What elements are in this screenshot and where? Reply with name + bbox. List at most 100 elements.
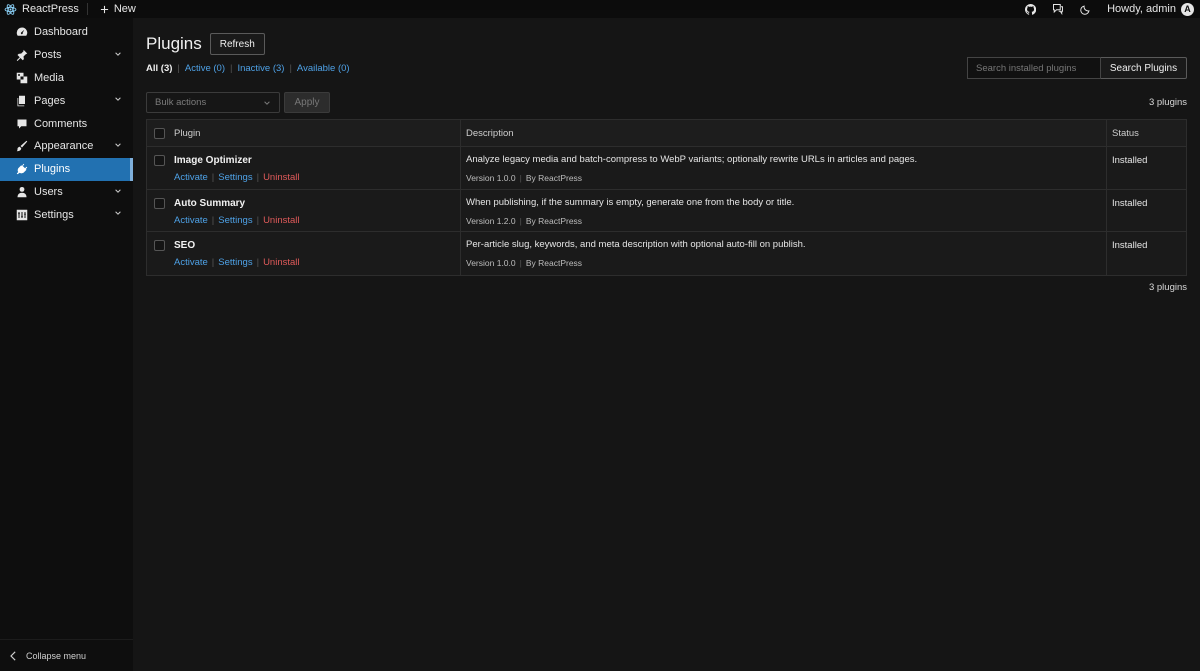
bulk-actions-select[interactable]: Bulk actions <box>146 92 280 113</box>
sidebar-item-media[interactable]: Media <box>0 67 133 90</box>
filter-all[interactable]: All (3) <box>146 63 172 74</box>
plugin-version: Version 1.0.0 <box>466 173 516 183</box>
plugin-status-filters: All (3) | Active (0) | Inactive (3) | Av… <box>146 63 350 74</box>
uninstall-link[interactable]: Uninstall <box>263 172 299 183</box>
activate-link[interactable]: Activate <box>174 257 208 268</box>
row-checkbox[interactable] <box>153 155 165 166</box>
plugin-name: Auto Summary <box>174 197 246 209</box>
collapse-menu-button[interactable]: Collapse menu <box>0 639 133 671</box>
filter-inactive[interactable]: Inactive (3) <box>237 63 284 74</box>
plugin-meta: Version 1.0.0 | By ReactPress <box>466 258 583 269</box>
plugin-meta: Version 1.0.0 | By ReactPress <box>466 173 583 183</box>
status-cell: Installed <box>1106 147 1186 189</box>
settings-link[interactable]: Settings <box>218 257 252 268</box>
column-status: Status <box>1106 119 1186 147</box>
media-icon <box>15 71 28 84</box>
howdy-label: Howdy, admin <box>1107 3 1176 15</box>
sidebar-item-comments[interactable]: Comments <box>0 112 133 135</box>
translate-icon[interactable] <box>1052 3 1064 15</box>
chevron-down-icon <box>114 94 122 106</box>
description-cell: Per-article slug, keywords, and meta des… <box>460 232 1106 276</box>
sidebar-item-pages[interactable]: Pages <box>0 89 133 112</box>
status-cell: Installed <box>1106 189 1186 232</box>
bulk-actions-value: Bulk actions <box>155 97 207 108</box>
github-icon[interactable] <box>1025 3 1037 15</box>
plugin-search: Search installed plugins Search Plugins <box>967 57 1187 79</box>
row-actions: Activate | Settings | Uninstall <box>174 257 300 269</box>
plugin-cell: SEO Activate | Settings | Uninstall <box>168 232 460 275</box>
sidebar-item-appearance[interactable]: Appearance <box>0 135 133 158</box>
refresh-button[interactable]: Refresh <box>209 33 265 55</box>
admin-sidebar: Dashboard Posts Media Pages Comments App… <box>0 18 133 671</box>
plugin-count-top: 3 plugins <box>1148 97 1187 108</box>
sidebar-item-plugins[interactable]: Plugins <box>0 157 133 181</box>
plugins-table: Plugin Description Status Image Optimize… <box>146 119 1187 277</box>
admin-bar: ReactPress New Howdy, admin A <box>0 0 1200 18</box>
plugin-description: Per-article slug, keywords, and meta des… <box>466 239 806 251</box>
plugin-version: Version 1.0.0 <box>466 258 516 269</box>
plugin-description: Analyze legacy media and batch-compress … <box>466 154 918 165</box>
site-name: ReactPress <box>22 3 79 15</box>
description-cell: Analyze legacy media and batch-compress … <box>460 147 1106 189</box>
bulk-actions-bar: Bulk actions Apply <box>146 92 330 113</box>
select-all-checkbox[interactable] <box>153 127 165 139</box>
plugin-version: Version 1.2.0 <box>466 215 516 226</box>
column-description: Description <box>460 119 1106 147</box>
new-button[interactable]: New <box>94 3 142 15</box>
plugin-description: When publishing, if the summary is empty… <box>466 196 795 208</box>
sidebar-item-label: Dashboard <box>34 26 88 39</box>
new-label: New <box>113 3 136 15</box>
status-cell: Installed <box>1106 232 1186 276</box>
uninstall-link[interactable]: Uninstall <box>263 257 299 268</box>
pages-icon <box>15 94 28 107</box>
filter-available[interactable]: Available (0) <box>297 63 350 74</box>
page-header: Plugins Refresh <box>146 33 265 55</box>
plugin-author: By ReactPress <box>525 258 583 269</box>
table-row: Auto Summary Activate | Settings | Uninstall… <box>147 189 1186 233</box>
sidebar-item-label: Plugins <box>34 163 71 176</box>
activate-link[interactable]: Activate <box>174 172 208 183</box>
plugin-cell: Auto Summary Activate | Settings | Uninstall <box>168 190 460 232</box>
table-row: Image Optimizer Activate | Settings | Uninst… <box>147 147 1186 190</box>
sidebar-item-dashboard[interactable]: Dashboard <box>0 21 133 44</box>
brush-icon <box>15 140 28 153</box>
search-plugins-button[interactable]: Search Plugins <box>1101 57 1187 79</box>
sidebar-item-settings[interactable]: Settings <box>0 203 133 226</box>
avatar: A <box>1181 2 1194 16</box>
admin-menu: Dashboard Posts Media Pages Comments App… <box>0 18 133 226</box>
settings-link[interactable]: Settings <box>218 215 252 226</box>
sidebar-item-label: Pages <box>34 94 66 107</box>
column-plugin[interactable]: Plugin <box>168 128 460 139</box>
chevron-down-icon <box>114 186 122 198</box>
apply-button[interactable]: Apply <box>284 92 330 113</box>
settings-link[interactable]: Settings <box>218 172 252 183</box>
account-menu[interactable]: Howdy, admin A <box>1107 2 1194 16</box>
react-logo-icon <box>4 3 17 16</box>
row-checkbox[interactable] <box>153 240 165 252</box>
moon-icon[interactable] <box>1080 4 1091 15</box>
settings-icon <box>15 208 28 221</box>
row-actions: Activate | Settings | Uninstall <box>174 172 300 183</box>
sidebar-item-posts[interactable]: Posts <box>0 44 133 67</box>
plugin-status: Installed <box>1112 240 1148 252</box>
comment-icon <box>15 117 28 130</box>
sidebar-item-users[interactable]: Users <box>0 181 133 204</box>
row-actions: Activate | Settings | Uninstall <box>174 214 300 226</box>
filter-active[interactable]: Active (0) <box>185 63 225 74</box>
sidebar-item-label: Settings <box>34 208 74 221</box>
plus-icon <box>100 5 109 14</box>
activate-link[interactable]: Activate <box>174 215 208 226</box>
chevron-down-icon <box>114 49 122 61</box>
sidebar-item-label: Users <box>34 185 63 198</box>
user-icon <box>15 185 28 198</box>
plugin-author: By ReactPress <box>525 215 583 226</box>
uninstall-link[interactable]: Uninstall <box>263 215 299 226</box>
site-brand[interactable]: ReactPress <box>0 0 87 18</box>
plugin-cell: Image Optimizer Activate | Settings | Uninst… <box>168 147 460 189</box>
divider <box>86 3 88 15</box>
plugin-author: By ReactPress <box>525 173 583 183</box>
page-title: Plugins <box>146 34 202 53</box>
search-input[interactable]: Search installed plugins <box>967 57 1101 79</box>
row-checkbox[interactable] <box>153 197 165 209</box>
pin-icon <box>15 49 28 62</box>
